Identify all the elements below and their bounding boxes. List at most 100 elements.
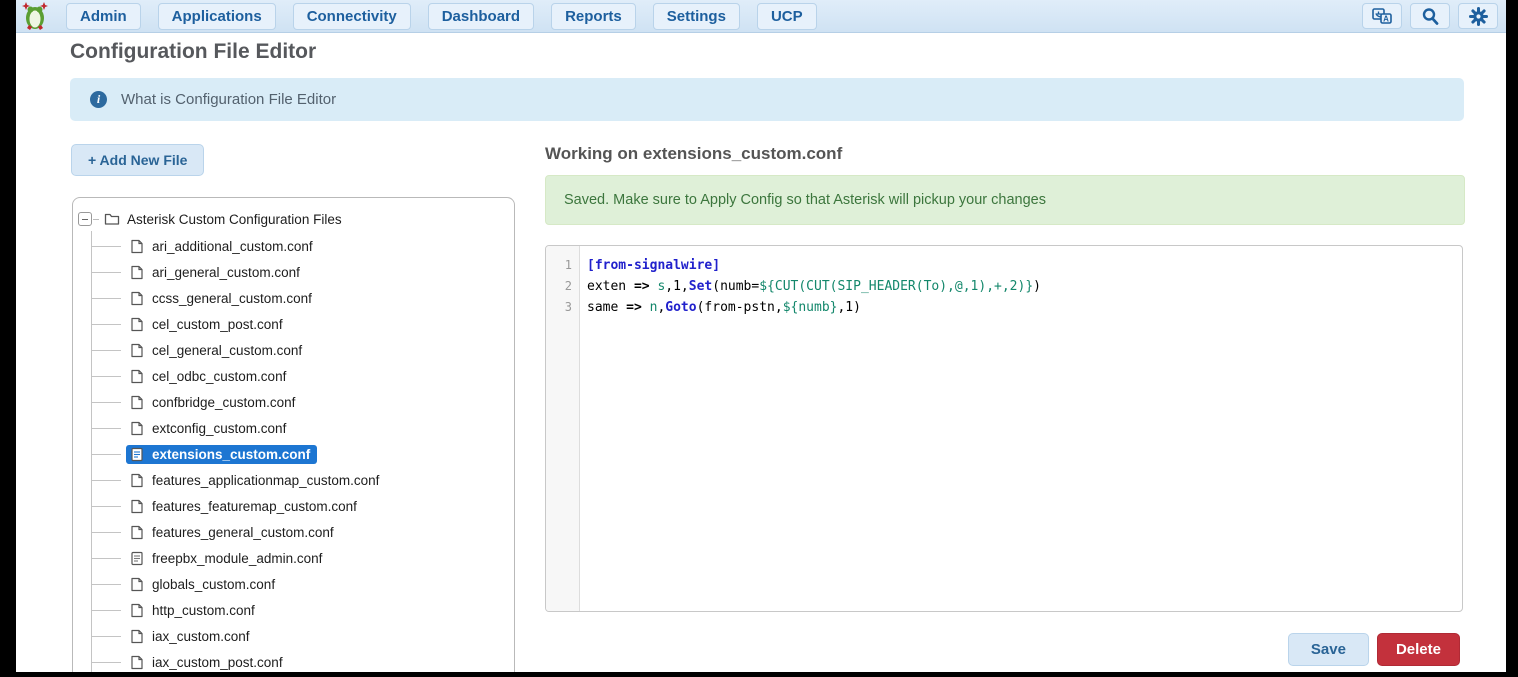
file-tree-item[interactable]: iax_custom.conf	[78, 623, 506, 649]
file-tree-item[interactable]: http_custom.conf	[78, 597, 506, 623]
settings-button[interactable]	[1458, 3, 1498, 29]
file-tree-item-target[interactable]: features_featuremap_custom.conf	[126, 497, 364, 516]
app-window: Admin Applications Connectivity Dashboard Re…	[16, 0, 1506, 672]
nav-tab-applications[interactable]: Applications	[158, 3, 276, 30]
file-tree-item[interactable]: features_applicationmap_custom.conf	[78, 467, 506, 493]
tree-root-label: Asterisk Custom Configuration Files	[127, 212, 342, 227]
file-name-label: ari_general_custom.conf	[152, 265, 300, 280]
file-icon	[130, 369, 144, 384]
tree-children: ari_additional_custom.conf ari_general_cu…	[78, 233, 506, 672]
editor-actions: Save Delete	[1288, 633, 1460, 666]
nav-tab-admin[interactable]: Admin	[66, 3, 141, 30]
file-tree-item[interactable]: extensions_custom.conf	[78, 441, 506, 467]
search-button[interactable]	[1410, 3, 1450, 29]
file-icon	[130, 291, 144, 306]
language-button[interactable]: A	[1362, 3, 1402, 29]
file-name-label: extconfig_custom.conf	[152, 421, 286, 436]
save-button[interactable]: Save	[1288, 633, 1369, 666]
file-icon	[130, 499, 144, 514]
file-name-label: features_applicationmap_custom.conf	[152, 473, 379, 488]
file-tree-item[interactable]: confbridge_custom.conf	[78, 389, 506, 415]
file-tree-item[interactable]: features_featuremap_custom.conf	[78, 493, 506, 519]
file-tree-item-target[interactable]: ari_additional_custom.conf	[126, 237, 320, 256]
file-tree-item[interactable]: extconfig_custom.conf	[78, 415, 506, 441]
file-tree-item-target[interactable]: features_applicationmap_custom.conf	[126, 471, 386, 490]
file-tree-item-target[interactable]: confbridge_custom.conf	[126, 393, 302, 412]
help-banner-text: What is Configuration File Editor	[121, 91, 336, 108]
file-name-label: features_featuremap_custom.conf	[152, 499, 357, 514]
file-icon	[130, 447, 144, 462]
file-tree-item[interactable]: iax_custom_post.conf	[78, 649, 506, 672]
file-tree-item[interactable]: cel_custom_post.conf	[78, 311, 506, 337]
file-tree-item-target[interactable]: freepbx_module_admin.conf	[126, 549, 329, 568]
code-line[interactable]: [from-signalwire]	[587, 255, 1462, 276]
file-tree-item[interactable]: features_general_custom.conf	[78, 519, 506, 545]
file-tree-item-target[interactable]: http_custom.conf	[126, 601, 262, 620]
code-editor[interactable]: 123 [from-signalwire]exten => s,1,Set(nu…	[545, 245, 1463, 612]
folder-icon	[104, 212, 120, 226]
help-banner[interactable]: i What is Configuration File Editor	[70, 78, 1464, 121]
freepbx-logo-icon[interactable]	[20, 1, 50, 31]
file-tree-item-target[interactable]: ccss_general_custom.conf	[126, 289, 319, 308]
file-icon	[130, 551, 144, 566]
code-line[interactable]: same => n,Goto(from-pstn,${numb},1)	[587, 297, 1462, 318]
line-number: 3	[546, 297, 579, 318]
line-number: 1	[546, 255, 579, 276]
success-alert: Saved. Make sure to Apply Config so that…	[545, 175, 1465, 225]
file-icon	[130, 577, 144, 592]
file-tree-item-target[interactable]: extensions_custom.conf	[126, 445, 317, 464]
file-tree-item-target[interactable]: iax_custom.conf	[126, 627, 257, 646]
file-name-label: ari_additional_custom.conf	[152, 239, 313, 254]
nav-tab-settings[interactable]: Settings	[653, 3, 740, 30]
working-on-heading: Working on extensions_custom.conf	[545, 144, 842, 164]
delete-button[interactable]: Delete	[1377, 633, 1460, 666]
top-navbar: Admin Applications Connectivity Dashboard Re…	[16, 0, 1506, 33]
file-name-label: features_general_custom.conf	[152, 525, 334, 540]
file-tree-item[interactable]: ccss_general_custom.conf	[78, 285, 506, 311]
file-tree-item-target[interactable]: cel_odbc_custom.conf	[126, 367, 293, 386]
file-tree-item-target[interactable]: cel_general_custom.conf	[126, 341, 309, 360]
file-name-label: confbridge_custom.conf	[152, 395, 295, 410]
tree-root[interactable]: Asterisk Custom Configuration Files	[78, 207, 506, 231]
file-tree-item[interactable]: cel_general_custom.conf	[78, 337, 506, 363]
code-line[interactable]: exten => s,1,Set(numb=${CUT(CUT(SIP_HEAD…	[587, 276, 1462, 297]
nav-tabs: Admin Applications Connectivity Dashboard Re…	[66, 3, 817, 30]
file-tree-item-target[interactable]: ari_general_custom.conf	[126, 263, 307, 282]
search-icon	[1421, 7, 1439, 25]
file-name-label: iax_custom.conf	[152, 629, 250, 644]
file-tree-item[interactable]: ari_additional_custom.conf	[78, 233, 506, 259]
collapse-expander-icon[interactable]	[78, 212, 92, 226]
file-tree-panel: Asterisk Custom Configuration Files ari_…	[72, 197, 515, 672]
file-name-label: http_custom.conf	[152, 603, 255, 618]
add-new-file-button[interactable]: + Add New File	[71, 144, 204, 176]
file-tree-item-target[interactable]: iax_custom_post.conf	[126, 653, 290, 672]
page-title: Configuration File Editor	[70, 40, 316, 64]
success-alert-text: Saved. Make sure to Apply Config so that…	[564, 192, 1046, 208]
file-tree-item-target[interactable]: extconfig_custom.conf	[126, 419, 293, 438]
code-area[interactable]: [from-signalwire]exten => s,1,Set(numb=$…	[580, 246, 1462, 611]
file-tree-item[interactable]: freepbx_module_admin.conf	[78, 545, 506, 571]
file-tree-item-target[interactable]: features_general_custom.conf	[126, 523, 341, 542]
file-name-label: cel_custom_post.conf	[152, 317, 283, 332]
file-tree-item[interactable]: cel_odbc_custom.conf	[78, 363, 506, 389]
file-icon	[130, 655, 144, 670]
file-icon	[130, 265, 144, 280]
file-name-label: cel_general_custom.conf	[152, 343, 302, 358]
file-tree-item-target[interactable]: globals_custom.conf	[126, 575, 282, 594]
file-icon	[130, 239, 144, 254]
file-icon	[130, 603, 144, 618]
file-name-label: ccss_general_custom.conf	[152, 291, 312, 306]
file-name-label: globals_custom.conf	[152, 577, 275, 592]
file-name-label: extensions_custom.conf	[152, 447, 310, 462]
nav-tab-connectivity[interactable]: Connectivity	[293, 3, 411, 30]
nav-tab-ucp[interactable]: UCP	[757, 3, 817, 30]
info-icon: i	[90, 91, 107, 108]
file-icon	[130, 343, 144, 358]
nav-tab-reports[interactable]: Reports	[551, 3, 636, 30]
file-icon	[130, 421, 144, 436]
nav-tab-dashboard[interactable]: Dashboard	[428, 3, 534, 30]
file-tree-item[interactable]: ari_general_custom.conf	[78, 259, 506, 285]
file-tree-item[interactable]: globals_custom.conf	[78, 571, 506, 597]
svg-text:A: A	[1383, 15, 1389, 24]
file-tree-item-target[interactable]: cel_custom_post.conf	[126, 315, 290, 334]
